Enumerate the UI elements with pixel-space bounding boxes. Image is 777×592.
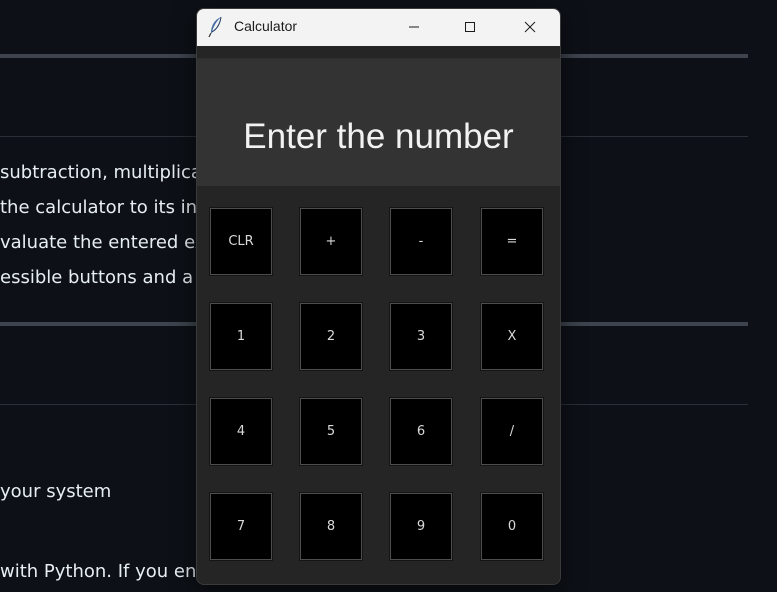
digit-6-button[interactable]: 6 [389, 397, 453, 466]
display-value: Enter the number [243, 117, 514, 156]
minus-button[interactable]: - [389, 207, 453, 276]
digit-8-button[interactable]: 8 [299, 492, 363, 561]
close-icon [524, 18, 536, 37]
calculator-window: Calculator Enter the number CLR + - = 1 … [196, 8, 561, 585]
doc-line-6: with Python. If you enc [0, 561, 207, 582]
maximize-icon [464, 18, 476, 37]
clear-button[interactable]: CLR [209, 207, 273, 276]
calculator-body: Enter the number CLR + - = 1 2 3 X 4 5 6… [197, 46, 560, 584]
digit-1-button[interactable]: 1 [209, 302, 273, 371]
doc-line-1: subtraction, multiplicat [0, 162, 209, 183]
close-button[interactable] [507, 9, 553, 46]
doc-line-5: your system [0, 481, 112, 502]
digit-2-button[interactable]: 2 [299, 302, 363, 371]
divide-button[interactable]: / [480, 397, 544, 466]
doc-line-3: valuate the entered ex [0, 232, 206, 253]
minimize-icon [408, 18, 420, 37]
plus-button[interactable]: + [299, 207, 363, 276]
digit-0-button[interactable]: 0 [480, 492, 544, 561]
title-bar[interactable]: Calculator [197, 9, 560, 46]
doc-line-2: the calculator to its ini [0, 197, 203, 218]
digit-3-button[interactable]: 3 [389, 302, 453, 371]
equals-button[interactable]: = [480, 207, 544, 276]
digit-4-button[interactable]: 4 [209, 397, 273, 466]
multiply-button[interactable]: X [480, 302, 544, 371]
digit-9-button[interactable]: 9 [389, 492, 453, 561]
calculator-display: Enter the number [197, 58, 560, 186]
doc-line-4: essible buttons and a c [0, 267, 209, 288]
minimize-button[interactable] [391, 9, 437, 46]
feather-icon [208, 16, 224, 38]
window-title: Calculator [234, 18, 298, 34]
digit-7-button[interactable]: 7 [209, 492, 273, 561]
maximize-button[interactable] [447, 9, 493, 46]
digit-5-button[interactable]: 5 [299, 397, 363, 466]
